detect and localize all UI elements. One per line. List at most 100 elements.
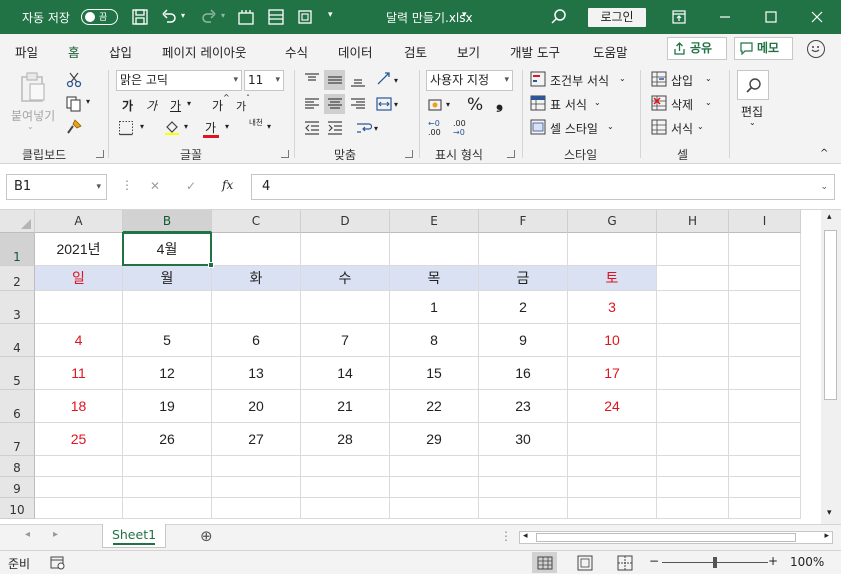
merge-dropdown-icon[interactable]: ▾ [394,100,398,109]
grid-cell[interactable] [390,456,479,477]
undo-dropdown-icon[interactable]: ▾ [181,11,185,20]
grid-cell[interactable] [657,498,729,519]
grid-cell[interactable] [657,357,729,390]
grid-cell[interactable] [123,456,212,477]
chevron-down-icon[interactable]: ⌄ [697,122,704,131]
grid-cell[interactable] [657,423,729,456]
login-button[interactable]: 로그인 [588,8,646,27]
chevron-down-icon[interactable]: ⌄ [705,74,712,83]
customize-qat-icon[interactable]: ▾ [328,10,333,20]
normal-view-icon[interactable] [537,555,553,571]
row-header-6[interactable]: 6 [0,390,35,423]
increase-decimal-button[interactable]: ←0 .00 [428,119,448,139]
comma-style-button[interactable]: ❟ [496,92,503,113]
grid-cell[interactable] [657,266,729,291]
row-header-2[interactable]: 2 [0,266,35,291]
undo-icon[interactable] [160,8,178,26]
row-header-7[interactable]: 7 [0,423,35,456]
grid-cell[interactable] [729,233,801,266]
title-cell[interactable]: 2021년 [35,233,123,266]
grid-cell[interactable] [729,357,801,390]
row-header-9[interactable]: 9 [0,477,35,498]
name-box[interactable]: B1 ▾ [6,174,107,200]
zoom-slider-thumb[interactable] [713,557,717,568]
date-cell[interactable]: 9 [479,324,568,357]
date-cell[interactable]: 15 [390,357,479,390]
grid-cell[interactable] [568,233,657,266]
grid-cell[interactable] [212,498,301,519]
grid-cell[interactable] [657,390,729,423]
date-cell[interactable]: 10 [568,324,657,357]
grid-cell[interactable] [657,324,729,357]
autosave-toggle[interactable]: 끔 [81,9,118,25]
underline-button[interactable]: 가 [170,97,181,114]
grid-cell[interactable] [35,477,123,498]
vertical-scrollbar[interactable]: ▴ ▾ [821,210,841,524]
grid-cell[interactable] [35,456,123,477]
font-size-select[interactable]: 11 ▾ [244,70,284,91]
tab-page-layout[interactable]: 페이지 레이아웃 [162,42,246,61]
phonetic-dropdown-icon[interactable]: ▾ [267,122,271,131]
insert-cells-button[interactable]: 삽입 [671,72,693,89]
search-icon[interactable] [550,8,568,26]
orientation-icon[interactable] [376,70,392,86]
editing-button[interactable]: 편집 ⌄ [737,70,771,136]
bold-button[interactable]: 가 [122,97,133,114]
touch-mode-icon[interactable] [296,8,314,26]
ribbon-display-icon[interactable] [670,8,688,26]
grid-cell[interactable] [729,324,801,357]
comments-button[interactable]: 메모 [734,37,793,60]
delete-cells-button[interactable]: 삭제 [671,96,693,113]
zoom-in-button[interactable]: + [768,554,778,568]
grid-cell[interactable] [729,266,801,291]
align-bottom-icon[interactable] [350,72,366,88]
save-icon[interactable] [131,8,149,26]
grid-cell[interactable] [123,477,212,498]
format-painter-icon[interactable] [66,119,82,135]
increase-indent-icon[interactable] [327,120,343,136]
date-cell[interactable]: 21 [301,390,390,423]
conditional-formatting-icon[interactable] [530,71,546,87]
grid-cell[interactable] [729,423,801,456]
tab-developer[interactable]: 개발 도구 [510,42,560,61]
date-cell[interactable]: 26 [123,423,212,456]
grid-cell[interactable] [390,233,479,266]
grid-cell[interactable] [301,477,390,498]
date-cell[interactable]: 5 [123,324,212,357]
weekday-header-cell[interactable]: 일 [35,266,123,291]
font-launcher-icon[interactable] [281,150,289,158]
tab-insert[interactable]: 삽입 [109,42,132,61]
filename-dropdown-icon[interactable]: ▾ [462,10,467,20]
format-cells-button[interactable]: 서식 [671,120,693,137]
grid-cell[interactable] [657,291,729,324]
weekday-header-cell[interactable]: 월 [123,266,212,291]
tab-home[interactable]: 홈 [67,42,81,68]
borders-icon[interactable] [118,120,134,136]
wrap-dropdown-icon[interactable]: ▾ [374,124,378,133]
date-cell[interactable] [212,291,301,324]
grid-cell[interactable] [35,498,123,519]
date-cell[interactable]: 12 [123,357,212,390]
date-cell[interactable]: 4 [35,324,123,357]
decrease-decimal-button[interactable]: .00 →0 [453,119,473,139]
grid-cell[interactable] [479,477,568,498]
weekday-header-cell[interactable]: 토 [568,266,657,291]
formula-input[interactable]: 4 ⌄ [251,174,835,200]
horizontal-scrollbar[interactable]: ◂ ▸ [519,531,833,544]
row-header-3[interactable]: 3 [0,291,35,324]
date-cell[interactable]: 18 [35,390,123,423]
grid-cell[interactable] [568,498,657,519]
tab-review[interactable]: 검토 [404,42,427,61]
insert-cells-icon[interactable] [651,71,667,87]
cell-styles-icon[interactable] [530,119,546,135]
tab-view[interactable]: 보기 [457,42,480,61]
grid-cell[interactable] [729,291,801,324]
underline-dropdown-icon[interactable]: ▾ [187,99,191,108]
row-header-1[interactable]: 1 [0,233,35,266]
minimize-icon[interactable] [716,8,734,26]
grid-cell[interactable] [657,456,729,477]
close-icon[interactable] [808,8,826,26]
align-top-icon[interactable] [304,72,320,88]
italic-button[interactable]: 가 [146,97,157,114]
row-header-10[interactable]: 10 [0,498,35,519]
